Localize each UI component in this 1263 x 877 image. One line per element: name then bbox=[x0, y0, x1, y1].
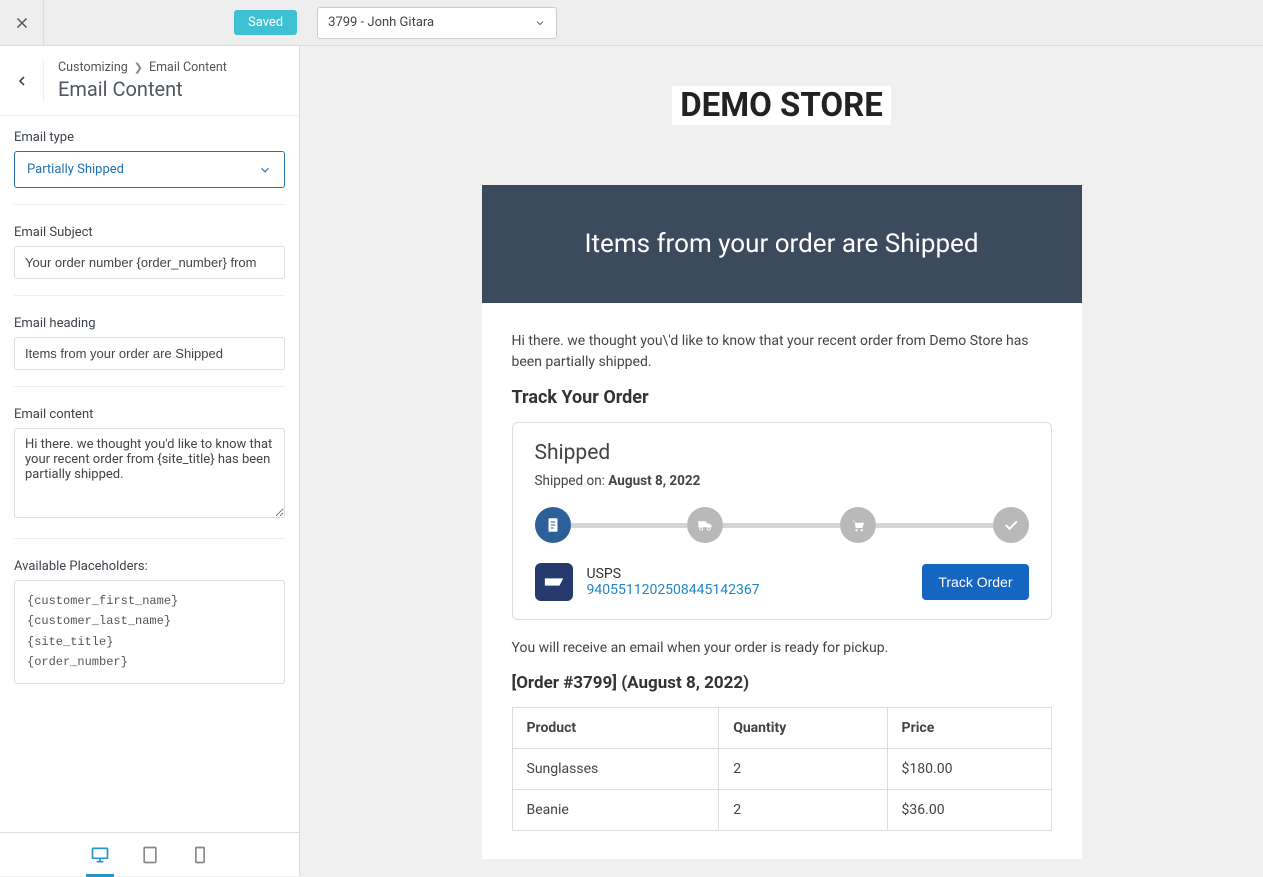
table-row: Sunglasses 2 $180.00 bbox=[512, 749, 1051, 790]
table-header: Quantity bbox=[719, 708, 887, 749]
device-preview-footer bbox=[0, 832, 299, 876]
order-selector[interactable]: 3799 - Jonh Gitara bbox=[317, 7, 557, 39]
email-content-label: Email content bbox=[14, 407, 285, 422]
email-banner: Items from your order are Shipped bbox=[482, 185, 1082, 303]
email-subject-input[interactable] bbox=[14, 246, 285, 279]
mobile-icon bbox=[190, 845, 210, 865]
mobile-preview-button[interactable] bbox=[188, 843, 212, 867]
tracking-number-link[interactable]: 9405511202508445142367 bbox=[587, 582, 909, 598]
tablet-icon bbox=[140, 845, 160, 865]
order-items-table: Product Quantity Price Sunglasses 2 $180… bbox=[512, 707, 1052, 831]
store-title: DEMO STORE bbox=[672, 86, 891, 125]
tracking-card: Shipped Shipped on: August 8, 2022 bbox=[512, 422, 1052, 620]
chevron-right-icon: ❯ bbox=[134, 61, 143, 74]
table-header: Price bbox=[887, 708, 1051, 749]
chevron-down-icon bbox=[534, 17, 546, 29]
topbar: Saved 3799 - Jonh Gitara bbox=[0, 0, 1263, 46]
breadcrumb-root[interactable]: Customizing bbox=[58, 60, 128, 75]
placeholders-box: {customer_first_name} {customer_last_nam… bbox=[14, 580, 285, 684]
placeholder-item: {site_title} bbox=[27, 632, 272, 652]
preview-area: DEMO STORE Items from your order are Shi… bbox=[300, 46, 1263, 876]
track-order-button[interactable]: Track Order bbox=[922, 564, 1028, 600]
truck-icon bbox=[696, 516, 714, 534]
shipped-date: Shipped on: August 8, 2022 bbox=[535, 473, 1029, 489]
order-selector-value: 3799 - Jonh Gitara bbox=[328, 15, 434, 30]
email-heading-input[interactable] bbox=[14, 337, 285, 370]
breadcrumb: Customizing ❯ Email Content bbox=[58, 60, 227, 75]
progress-step-out-for-delivery bbox=[840, 507, 876, 543]
progress-tracker bbox=[535, 507, 1029, 543]
email-heading-label: Email heading bbox=[14, 316, 285, 331]
placeholder-item: {customer_last_name} bbox=[27, 611, 272, 631]
usps-icon bbox=[543, 571, 565, 593]
chevron-down-icon bbox=[258, 163, 272, 177]
close-icon bbox=[13, 14, 31, 32]
email-type-label: Email type bbox=[14, 130, 285, 145]
placeholders-label: Available Placeholders: bbox=[14, 559, 285, 574]
check-icon bbox=[1002, 516, 1020, 534]
email-intro: Hi there. we thought you\'d like to know… bbox=[512, 331, 1052, 373]
pickup-note: You will receive an email when your orde… bbox=[512, 638, 1052, 659]
placeholder-item: {customer_first_name} bbox=[27, 591, 272, 611]
progress-step-ordered bbox=[535, 507, 571, 543]
progress-step-delivered bbox=[993, 507, 1029, 543]
chevron-left-icon bbox=[14, 73, 30, 89]
table-header: Product bbox=[512, 708, 719, 749]
sidebar: Customizing ❯ Email Content Email Conten… bbox=[0, 46, 300, 876]
shipped-label: Shipped bbox=[535, 441, 1029, 465]
email-type-select[interactable]: Partially Shipped bbox=[14, 151, 285, 188]
saved-badge: Saved bbox=[234, 10, 297, 35]
back-button[interactable] bbox=[0, 60, 44, 101]
email-content-textarea[interactable] bbox=[14, 428, 285, 518]
email-subject-label: Email Subject bbox=[14, 225, 285, 240]
close-button[interactable] bbox=[0, 0, 44, 46]
sidebar-header: Customizing ❯ Email Content Email Conten… bbox=[0, 46, 299, 116]
progress-step-shipped bbox=[687, 507, 723, 543]
carrier-logo bbox=[535, 563, 573, 601]
table-row: Beanie 2 $36.00 bbox=[512, 790, 1051, 831]
track-section-title: Track Your Order bbox=[512, 387, 1052, 408]
email-type-value: Partially Shipped bbox=[27, 162, 124, 177]
carrier-name: USPS bbox=[587, 566, 909, 582]
breadcrumb-child: Email Content bbox=[149, 60, 227, 75]
placeholder-item: {order_number} bbox=[27, 652, 272, 672]
desktop-preview-button[interactable] bbox=[88, 843, 112, 867]
desktop-icon bbox=[90, 845, 110, 865]
document-icon bbox=[544, 516, 562, 534]
cart-icon bbox=[849, 516, 867, 534]
page-title: Email Content bbox=[58, 77, 227, 101]
tablet-preview-button[interactable] bbox=[138, 843, 162, 867]
order-heading: [Order #3799] (August 8, 2022) bbox=[512, 673, 1052, 693]
